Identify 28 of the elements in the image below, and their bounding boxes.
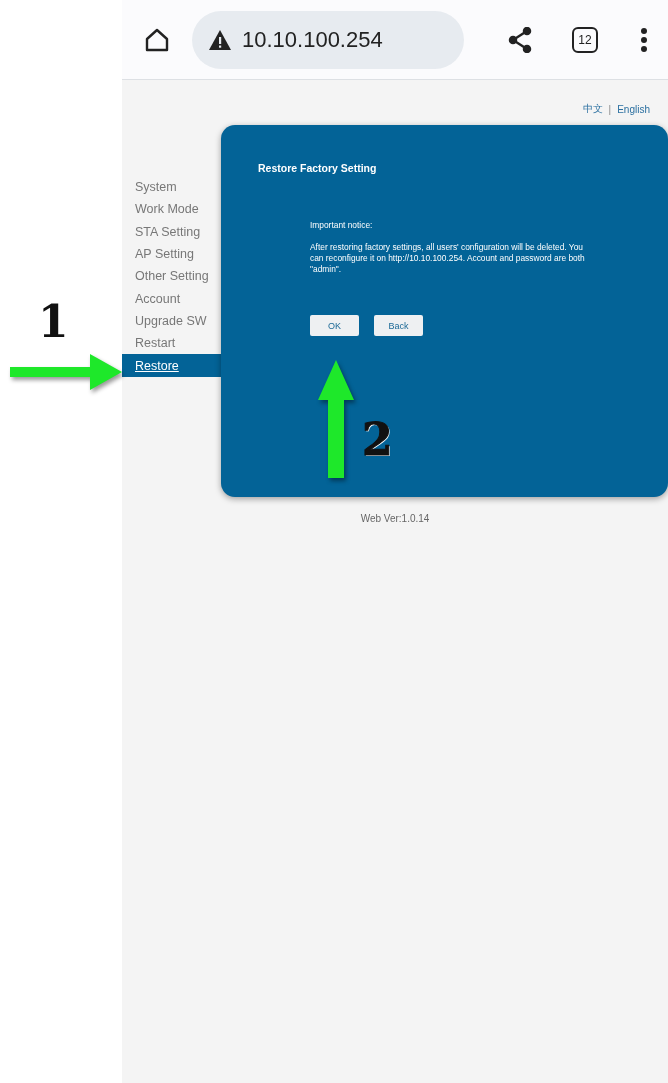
share-icon[interactable] xyxy=(508,26,532,53)
version-text: Web Ver:1.0.14 xyxy=(360,513,430,524)
sidebar-item[interactable]: Other Setting xyxy=(122,265,221,288)
separator: | xyxy=(608,103,612,115)
ok-button[interactable]: OK xyxy=(310,315,359,336)
arrow-icon xyxy=(10,354,122,390)
sidebar-item[interactable]: Restore xyxy=(122,354,221,377)
language-link[interactable]: English xyxy=(617,103,650,115)
sidebar-item[interactable]: Work Mode xyxy=(122,198,221,221)
sidebar-item[interactable]: Account xyxy=(122,287,221,310)
back-button[interactable]: Back xyxy=(374,315,423,336)
language-link[interactable]: 中文 xyxy=(582,102,603,116)
sidebar-item[interactable]: Restart xyxy=(122,332,221,355)
notice-heading: Important notice: xyxy=(310,220,374,231)
address-bar[interactable]: 10.10.100.254 xyxy=(192,10,464,69)
arrow-icon xyxy=(318,360,354,478)
warning-icon xyxy=(208,28,232,51)
menu-icon[interactable] xyxy=(640,27,648,52)
sidebar-item[interactable]: Upgrade SW xyxy=(122,309,221,333)
panel-title: Restore Factory Setting xyxy=(258,162,378,174)
sidebar-item[interactable]: STA Setting xyxy=(122,220,221,243)
notice-text: After restoring factory settings, all users' configuration will be deleted. You can reconfigure it on http://10.10.100.254. Account and password are both "admin". xyxy=(310,242,586,275)
sidebar-item[interactable]: System xyxy=(122,176,221,199)
home-icon[interactable] xyxy=(144,26,170,53)
tab-switcher-button[interactable]: 12 xyxy=(572,26,598,53)
sidebar-item[interactable]: AP Setting xyxy=(122,242,221,266)
step-number: 1 xyxy=(38,300,69,344)
step-number: 2 xyxy=(362,418,393,462)
